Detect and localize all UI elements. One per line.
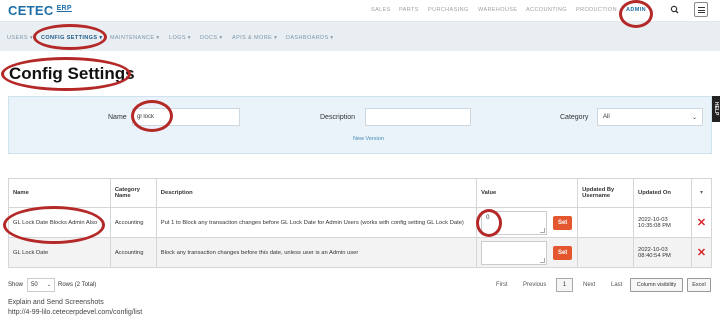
delete-icon[interactable]: ✕ — [697, 217, 706, 229]
category-label: Category — [560, 114, 589, 121]
cell-updated-by — [577, 207, 635, 238]
nav-sales[interactable]: SALES — [371, 7, 391, 13]
cell-description: Block any transaction changes before thi… — [155, 237, 478, 268]
cell-category: Accounting — [109, 207, 157, 238]
nav-warehouse[interactable]: WAREHOUSE — [478, 7, 517, 13]
rows-total: Rows (2 Total) — [58, 282, 96, 288]
header-description[interactable]: Description — [155, 178, 478, 208]
page-title: Config Settings — [9, 64, 135, 83]
nav-accounting[interactable]: ACCOUNTING — [526, 7, 567, 13]
logo-text: CETEC — [8, 3, 54, 18]
nav-admin[interactable]: ADMIN — [626, 7, 646, 13]
hamburger-line — [698, 9, 705, 11]
nav-purchasing[interactable]: PURCHASING — [428, 7, 469, 13]
pagination-first[interactable]: First — [496, 282, 508, 288]
table-row: GL Lock Date Blocks Admin Also Accountin… — [8, 207, 713, 238]
column-visibility-button[interactable]: Column visibility — [630, 278, 683, 292]
chevron-down-icon: ⌄ — [691, 115, 697, 121]
table-row: GL Lock Date Accounting Block any transa… — [8, 237, 713, 268]
cell-description: Put 1 to Block any transaction changes b… — [155, 207, 478, 238]
subnav-dashboards[interactable]: DASHBOARDS ▾ — [286, 35, 334, 41]
subnav-maintenance[interactable]: MAINTENANCE ▾ — [110, 35, 160, 41]
config-settings-table: Name Category Name Description Value Upd… — [8, 178, 713, 268]
cell-name: GL Lock Date — [8, 237, 111, 268]
subnav-users[interactable]: USERS ▾ — [7, 35, 33, 41]
table-header-row: Name Category Name Description Value Upd… — [8, 178, 713, 208]
cell-updated-on: 2022-10-03 08:40:54 PM — [633, 237, 692, 268]
cell-delete: ✕ — [690, 207, 713, 238]
rows-label: Rows — [58, 282, 74, 288]
subnav-apis-more[interactable]: APIS & MORE ▾ — [232, 35, 277, 41]
cell-value: Set — [476, 237, 579, 268]
cell-delete: ✕ — [690, 237, 713, 268]
caption-url: http://4-99-lilo.cetecerpdevel.com/confi… — [8, 309, 143, 316]
page-size-value: 50 — [31, 282, 38, 288]
filter-panel: Name Description Category All ⌄ New Vers… — [8, 96, 712, 154]
subnav-config-settings[interactable]: CONFIG SETTINGS ▾ — [41, 35, 103, 41]
chevron-down-icon: ⌄ — [46, 282, 51, 288]
description-label: Description — [320, 114, 356, 121]
cell-category: Accounting — [109, 237, 157, 268]
app-logo[interactable]: CETEC ERP — [8, 3, 72, 18]
hamburger-menu-icon — [698, 7, 705, 9]
pagination-page-1[interactable]: 1 — [556, 278, 573, 292]
name-filter-input[interactable] — [132, 108, 240, 126]
pagination-last[interactable]: Last — [611, 282, 622, 288]
help-tab[interactable]: HELP — [712, 96, 720, 122]
hamburger-menu-button[interactable] — [694, 2, 708, 17]
subnav-docs[interactable]: DOCS ▾ — [200, 35, 223, 41]
set-button[interactable]: Set — [553, 215, 573, 230]
show-label: Show — [8, 282, 24, 288]
value-input[interactable] — [481, 240, 548, 265]
delete-icon[interactable]: ✕ — [697, 247, 706, 259]
hamburger-line — [698, 12, 705, 14]
category-select-value: All — [603, 114, 610, 120]
total-count: (2 Total) — [74, 282, 97, 288]
cell-updated-on: 2022-10-03 10:35:08 PM — [633, 207, 692, 238]
cell-updated-by — [577, 237, 635, 268]
header-updated-on[interactable]: Updated On — [633, 178, 692, 208]
header-updated-by[interactable]: Updated By Username — [577, 178, 635, 208]
sort-caret-icon[interactable]: ▾ — [690, 178, 713, 208]
cell-name: GL Lock Date Blocks Admin Also — [8, 207, 111, 238]
caption-title: Explain and Send Screenshots — [8, 299, 104, 306]
search-button[interactable] — [667, 3, 683, 17]
header-name[interactable]: Name — [8, 178, 111, 208]
new-version-link[interactable]: New Version — [353, 136, 384, 142]
cell-value: 0 Set — [476, 207, 579, 238]
nav-parts[interactable]: PARTS — [399, 7, 419, 13]
header-category-name[interactable]: Category Name — [109, 178, 157, 208]
name-label: Name — [108, 114, 127, 121]
excel-button[interactable]: Excel — [687, 278, 711, 292]
description-filter-input[interactable] — [365, 108, 471, 126]
set-button[interactable]: Set — [553, 245, 573, 260]
value-input[interactable]: 0 — [481, 210, 548, 235]
pagination-next[interactable]: Next — [583, 282, 595, 288]
secondary-nav: USERS ▾ CONFIG SETTINGS ▾ MAINTENANCE ▾ … — [0, 22, 720, 51]
subnav-logs[interactable]: LOGS ▾ — [169, 35, 191, 41]
category-select[interactable]: All ⌄ — [597, 108, 703, 126]
logo-erp: ERP — [56, 4, 72, 12]
page-size-select[interactable]: 50 ⌄ — [27, 278, 55, 292]
header-value[interactable]: Value — [476, 178, 579, 208]
pagination-previous[interactable]: Previous — [523, 282, 546, 288]
nav-production[interactable]: PRODUCTION — [576, 7, 617, 13]
search-icon — [670, 5, 679, 14]
